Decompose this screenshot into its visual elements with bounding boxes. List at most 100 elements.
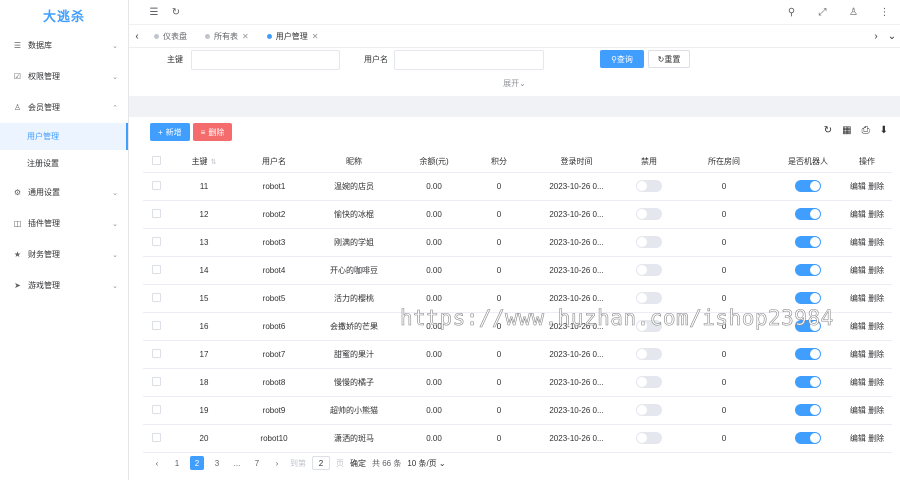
fullscreen-icon[interactable]: ⤢ [807,7,838,18]
next-page-icon[interactable]: › [270,456,284,470]
sidebar-item-user-management[interactable]: 用户管理 [0,123,128,150]
page-size-select[interactable]: 10 条/页 ⌄ [407,458,445,469]
username-input[interactable] [394,50,544,70]
edit-link[interactable]: 编辑 [850,238,866,247]
edit-link[interactable]: 编辑 [850,378,866,387]
more-icon[interactable]: ⋮ [869,7,900,18]
robot-toggle[interactable] [795,376,821,388]
disabled-toggle[interactable] [636,292,662,304]
pk-input[interactable] [191,50,340,70]
page-1[interactable]: 1 [170,456,184,470]
disabled-toggle[interactable] [636,208,662,220]
disabled-toggle[interactable] [636,236,662,248]
edit-link[interactable]: 编辑 [850,182,866,191]
close-icon[interactable]: ✕ [242,32,249,41]
sidebar-item-plugins[interactable]: ◫ 插件管理 ⌄ [0,208,128,239]
sidebar-item-register-settings[interactable]: 注册设置 [0,150,128,177]
delete-link[interactable]: 删除 [868,210,884,219]
delete-link[interactable]: 删除 [868,322,884,331]
robot-toggle[interactable] [795,180,821,192]
goto-confirm-button[interactable]: 确定 [350,458,366,469]
row-checkbox[interactable] [143,228,169,257]
columns-icon[interactable]: ▦ [842,125,851,136]
chevron-down-icon[interactable]: ⌄ [884,31,900,42]
row-checkbox[interactable] [143,256,169,285]
expand-toggle[interactable]: 展开⌄ [129,78,900,89]
delete-link[interactable]: 删除 [868,294,884,303]
page-ellipsis[interactable]: ... [230,456,244,470]
goto-page-input[interactable]: 2 [312,456,330,470]
delete-link[interactable]: 删除 [868,434,884,443]
page-2[interactable]: 2 [190,456,204,470]
robot-toggle[interactable] [795,432,821,444]
delete-link[interactable]: 删除 [868,238,884,247]
sidebar-item-general-settings[interactable]: ⚙ 通用设置 ⌄ [0,177,128,208]
robot-toggle[interactable] [795,348,821,360]
reset-button[interactable]: ↻ 重置 [648,50,690,68]
print-icon[interactable]: ⎙ [862,125,870,136]
delete-button[interactable]: ≡ 删除 [192,123,233,141]
cell-id: 17 [169,340,239,369]
edit-link[interactable]: 编辑 [850,350,866,359]
edit-link[interactable]: 编辑 [850,266,866,275]
refresh-icon[interactable]: ↻ [824,125,832,136]
disabled-toggle[interactable] [636,404,662,416]
search-icon[interactable]: ⚲ [776,7,807,18]
row-checkbox[interactable] [143,424,169,453]
page-7[interactable]: 7 [250,456,264,470]
delete-link[interactable]: 删除 [868,182,884,191]
row-checkbox[interactable] [143,368,169,397]
row-checkbox[interactable] [143,284,169,313]
disabled-toggle[interactable] [636,376,662,388]
delete-link[interactable]: 删除 [868,406,884,415]
disabled-toggle[interactable] [636,432,662,444]
delete-link[interactable]: 删除 [868,378,884,387]
table-row: 11 robot1 温婉的店员 0.00 0 2023-10-26 0... 0 编辑 删除 [143,172,892,201]
sidebar-item-permissions[interactable]: ☑ 权限管理 ⌄ [0,61,128,92]
cell-id: 18 [169,368,239,397]
edit-link[interactable]: 编辑 [850,322,866,331]
sort-icon[interactable]: ⇅ [211,159,217,166]
disabled-toggle[interactable] [636,348,662,360]
disabled-toggle[interactable] [636,180,662,192]
page-3[interactable]: 3 [210,456,224,470]
disabled-toggle[interactable] [636,264,662,276]
robot-toggle[interactable] [795,264,821,276]
chevron-right-icon[interactable]: › [868,31,884,42]
robot-toggle[interactable] [795,236,821,248]
row-checkbox[interactable] [143,200,169,229]
delete-link[interactable]: 删除 [868,350,884,359]
delete-link[interactable]: 删除 [868,266,884,275]
prev-page-icon[interactable]: ‹ [150,456,164,470]
edit-link[interactable]: 编辑 [850,294,866,303]
export-icon[interactable]: ⬇ [880,125,888,136]
refresh-icon[interactable]: ↻ [165,7,187,18]
user-icon[interactable]: ♙ [838,7,869,18]
menu-toggle-icon[interactable]: ☰ [143,7,165,18]
row-checkbox[interactable] [143,340,169,369]
row-checkbox[interactable] [143,312,169,341]
row-checkbox[interactable] [143,172,169,201]
sidebar-item-database[interactable]: ☰ 数据库 ⌄ [0,30,128,61]
robot-toggle[interactable] [795,292,821,304]
table-row: 14 robot4 开心的咖啡豆 0.00 0 2023-10-26 0... 0 编辑 删除 [143,256,892,285]
add-button[interactable]: + 新增 [150,123,190,141]
edit-link[interactable]: 编辑 [850,210,866,219]
query-button[interactable]: ⚲ 查询 [600,50,644,68]
edit-link[interactable]: 编辑 [850,406,866,415]
tab-dashboard[interactable]: 仪表盘 [145,25,196,48]
tab-user-management[interactable]: 用户管理 ✕ [258,25,328,48]
robot-toggle[interactable] [795,208,821,220]
chevron-left-icon[interactable]: ‹ [129,31,145,42]
row-checkbox[interactable] [143,396,169,425]
edit-link[interactable]: 编辑 [850,434,866,443]
sidebar-item-members[interactable]: ♙ 会员管理 ⌃ [0,92,128,123]
select-all-checkbox[interactable] [143,152,169,173]
robot-toggle[interactable] [795,404,821,416]
tab-all-tables[interactable]: 所有表 ✕ [196,25,258,48]
cell-actions: 编辑 删除 [842,284,892,313]
close-icon[interactable]: ✕ [312,32,319,41]
sidebar-item-finance[interactable]: ★ 财务管理 ⌄ [0,239,128,270]
column-header[interactable]: 主键 ⇅ [169,152,239,173]
sidebar-item-games[interactable]: ➤ 游戏管理 ⌄ [0,270,128,301]
